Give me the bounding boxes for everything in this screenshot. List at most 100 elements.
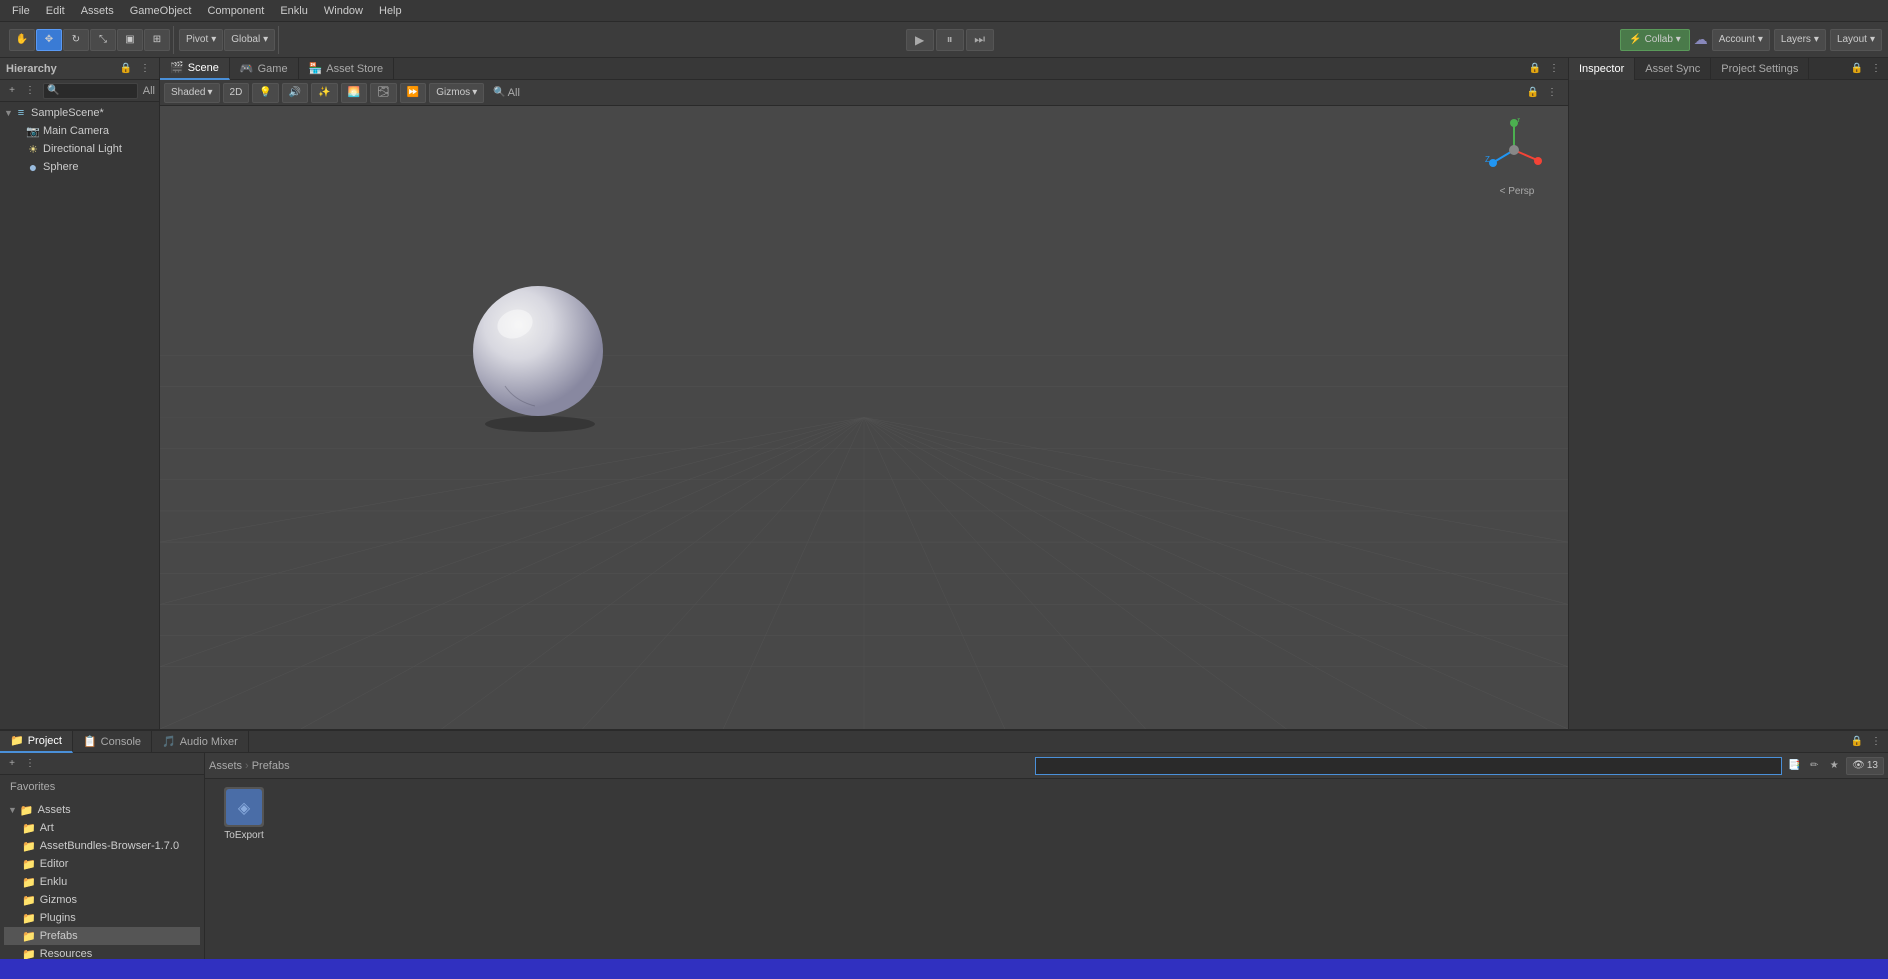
hierarchy-more2-btn[interactable]: ⋮: [22, 83, 38, 99]
sphere-object[interactable]: [460, 276, 620, 439]
folder-resources[interactable]: 📁 Resources: [4, 945, 200, 959]
scene-fx-btn[interactable]: ✨: [311, 83, 337, 103]
multi-tool-btn[interactable]: ⊞: [144, 29, 170, 51]
asset-toexport[interactable]: ◈ ToExport: [209, 783, 279, 845]
project-more2-btn[interactable]: ⋮: [22, 756, 38, 772]
pivot-global-group: Pivot ▾ Global ▾: [176, 26, 279, 54]
hierarchy-all-btn[interactable]: All: [143, 85, 155, 97]
scene-fog-btn[interactable]: 🌫: [370, 83, 397, 103]
project-main-content[interactable]: ◈ ToExport: [205, 779, 1888, 959]
pause-button[interactable]: ⏸: [936, 29, 964, 51]
asset-sync-tab[interactable]: Asset Sync: [1635, 58, 1711, 80]
project-search-input[interactable]: [1035, 757, 1782, 775]
hierarchy-more-btn[interactable]: ⋮: [137, 61, 153, 77]
menu-component[interactable]: Component: [199, 3, 272, 19]
collab-button[interactable]: ⚡ Collab ▾: [1620, 29, 1690, 51]
shaded-btn[interactable]: Shaded ▾: [164, 83, 220, 103]
scale-tool-btn[interactable]: ⤡: [90, 29, 116, 51]
breadcrumb-prefabs[interactable]: Prefabs: [252, 760, 290, 772]
menu-window[interactable]: Window: [316, 3, 371, 19]
shaded-label: Shaded: [171, 87, 205, 98]
game-tab[interactable]: 🎮 Game: [230, 58, 299, 80]
scene-audio-btn[interactable]: 🔊: [282, 83, 308, 103]
hierarchy-lock-btn[interactable]: 🔒: [118, 61, 134, 77]
menu-gameobject[interactable]: GameObject: [122, 3, 200, 19]
layers-btn[interactable]: Layers ▾: [1774, 29, 1826, 51]
orientation-gizmo[interactable]: Y Z < Persp: [1482, 118, 1552, 198]
play-button[interactable]: ▶: [906, 29, 934, 51]
folder-editor[interactable]: 📁 Editor: [4, 855, 200, 873]
folder-prefabs[interactable]: 📁 Prefabs: [4, 927, 200, 945]
right-panel-more-btn[interactable]: ⋮: [1868, 61, 1884, 77]
console-tab[interactable]: 📋 Console: [73, 731, 152, 753]
scene-tab-bar: 🎬 Scene 🎮 Game 🏪 Asset Store 🔒 ⋮: [160, 58, 1568, 80]
menu-assets[interactable]: Assets: [73, 3, 122, 19]
hierarchy-scene-item[interactable]: ▼ ≡ SampleScene*: [0, 104, 159, 122]
layout-btn[interactable]: Layout ▾: [1830, 29, 1882, 51]
folder-enklu[interactable]: 📁 Enklu: [4, 873, 200, 891]
scene-canvas[interactable]: Y Z < Persp: [160, 106, 1568, 729]
layout-label: Layout: [1837, 34, 1867, 45]
project-add-btn[interactable]: +: [4, 756, 20, 772]
hierarchy-light-item[interactable]: ☀ Directional Light: [0, 140, 159, 158]
hierarchy-add-btn[interactable]: +: [4, 83, 20, 99]
menu-enklu[interactable]: Enklu: [272, 3, 316, 19]
project-settings-tab[interactable]: Project Settings: [1711, 58, 1809, 80]
hierarchy-camera-item[interactable]: 📷 Main Camera: [0, 122, 159, 140]
search-fav-btn[interactable]: ✏: [1806, 758, 1822, 774]
scene-lock-icon[interactable]: 🔒: [1527, 61, 1543, 77]
scene-panel-lock-btn[interactable]: 🔒: [1525, 85, 1541, 101]
right-panel-lock-btn[interactable]: 🔒: [1849, 61, 1865, 77]
asset-store-tab[interactable]: 🏪 Asset Store: [299, 58, 395, 80]
folder-assetbundles[interactable]: 📁 AssetBundles-Browser-1.7.0: [4, 837, 200, 855]
bottom-more-btn[interactable]: ⋮: [1868, 734, 1884, 750]
scene-tab-label: Scene: [188, 62, 219, 74]
bottom-lock-btn[interactable]: 🔒: [1849, 734, 1865, 750]
hierarchy-sphere-item[interactable]: ● Sphere: [0, 158, 159, 176]
inspector-tab[interactable]: Inspector: [1569, 58, 1635, 80]
sphere-label: Sphere: [43, 161, 78, 173]
search-star-btn[interactable]: ★: [1826, 758, 1842, 774]
scene-anim-btn[interactable]: ⏩: [400, 83, 426, 103]
badge-count-btn[interactable]: 👁 13: [1846, 757, 1884, 775]
scene-tab[interactable]: 🎬 Scene: [160, 58, 230, 80]
account-btn[interactable]: Account ▾: [1712, 29, 1770, 51]
folder-gizmos[interactable]: 📁 Gizmos: [4, 891, 200, 909]
scene-panel-more-btn[interactable]: ⋮: [1544, 85, 1560, 101]
assets-arrow-icon: ▼: [8, 805, 17, 815]
search-type-btn[interactable]: 📑: [1786, 758, 1802, 774]
menu-edit[interactable]: Edit: [38, 3, 73, 19]
main-area: Hierarchy 🔒 ⋮ + ⋮ 🔍 All ▼ ≡ SampleScene*: [0, 58, 1888, 729]
folder-plugins[interactable]: 📁 Plugins: [4, 909, 200, 927]
sphere-object-icon: ●: [26, 160, 40, 174]
scene-lighting-btn[interactable]: 💡: [252, 83, 278, 103]
breadcrumb-assets[interactable]: Assets: [209, 760, 242, 772]
scene-arrow-icon: ▼: [4, 108, 14, 118]
global-btn[interactable]: Global ▾: [224, 29, 275, 51]
gizmos-btn[interactable]: Gizmos ▾: [429, 83, 484, 103]
menu-file[interactable]: File: [4, 3, 38, 19]
2d-btn[interactable]: 2D: [223, 83, 250, 103]
folder-art[interactable]: 📁 Art: [4, 819, 200, 837]
resources-folder-icon: 📁: [22, 948, 36, 960]
layers-dropdown-icon: ▾: [1814, 34, 1819, 45]
light-label: Directional Light: [43, 143, 122, 155]
pivot-label: Pivot: [186, 34, 208, 45]
step-button[interactable]: ⏭: [966, 29, 994, 51]
scene-sky-btn[interactable]: 🌅: [341, 83, 367, 103]
rect-tool-btn[interactable]: ▣: [117, 29, 143, 51]
scene-all-label: All: [508, 87, 520, 99]
rotate-tool-btn[interactable]: ↻: [63, 29, 89, 51]
scene-grid: [160, 106, 1568, 729]
scene-more-icon[interactable]: ⋮: [1546, 61, 1562, 77]
menu-help[interactable]: Help: [371, 3, 410, 19]
audio-mixer-tab[interactable]: 🎵 Audio Mixer: [152, 731, 249, 753]
assets-root-item[interactable]: ▼ 📁 Assets: [4, 801, 200, 819]
move-tool-btn[interactable]: ✥: [36, 29, 62, 51]
project-tab[interactable]: 📁 Project: [0, 731, 73, 753]
asset-toexport-label: ToExport: [224, 830, 263, 841]
hand-tool-btn[interactable]: ✋: [9, 29, 35, 51]
asset-sync-tab-label: Asset Sync: [1645, 63, 1700, 75]
favorites-label[interactable]: Favorites: [4, 779, 200, 795]
pivot-btn[interactable]: Pivot ▾: [179, 29, 223, 51]
